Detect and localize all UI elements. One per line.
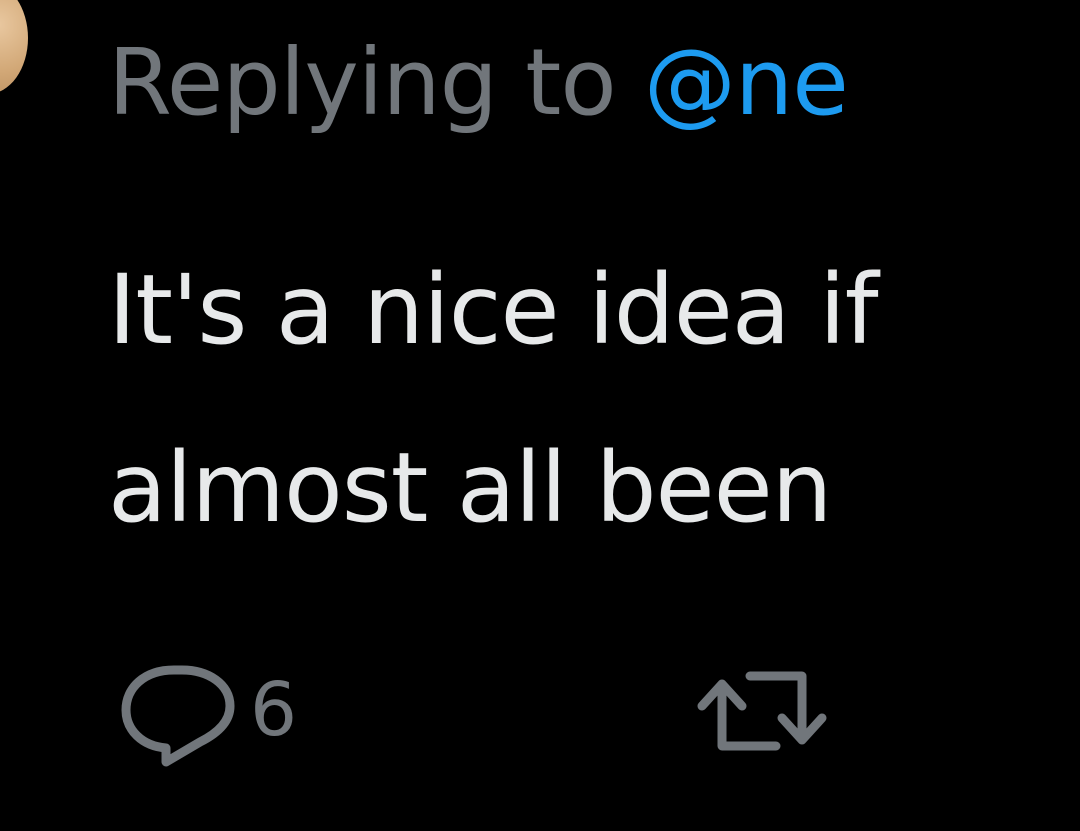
reply-count: 6 (250, 667, 298, 753)
tweet-text: It's a nice idea if almost all been (108, 220, 879, 576)
replying-to-line: Replying to @ne (108, 28, 849, 138)
tweet-action-bar: 6 (108, 650, 1080, 770)
tweet-text-line: almost all been (108, 432, 833, 544)
reply-bubble-icon (121, 665, 235, 767)
reply-button[interactable]: 6 (112, 650, 297, 770)
replied-user-handle-link[interactable]: @ne (644, 29, 849, 136)
retweet-button[interactable] (688, 650, 838, 770)
replying-to-label: Replying to (108, 29, 644, 136)
tweet-container: Replying to @ne It's a nice idea if almo… (108, 0, 1080, 831)
tweet-text-line: It's a nice idea if (108, 254, 879, 366)
avatar[interactable] (0, 0, 28, 94)
retweet-icon (697, 671, 827, 751)
